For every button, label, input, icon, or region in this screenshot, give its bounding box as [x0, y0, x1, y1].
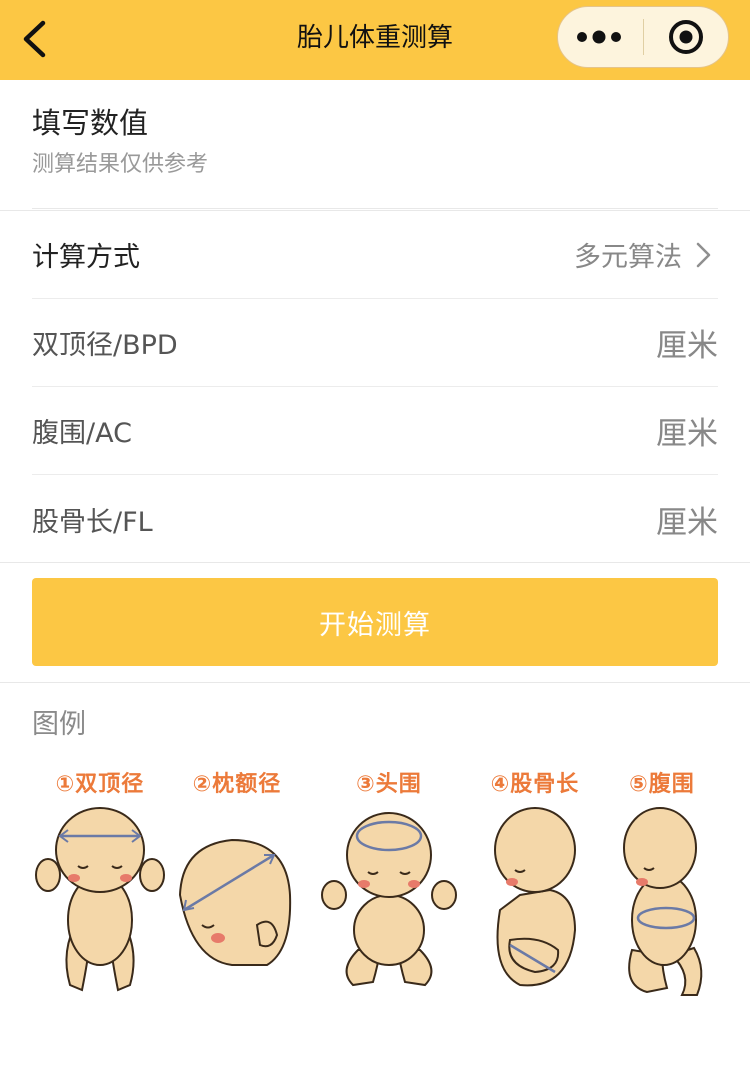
ac-unit: 厘米	[656, 416, 718, 452]
legend-caption: ④股骨长	[490, 772, 580, 797]
legend-item-fl: ④股骨长	[480, 760, 590, 1010]
ac-input[interactable]	[232, 387, 638, 474]
divider	[0, 682, 750, 683]
chevron-right-icon	[696, 242, 711, 267]
method-value: 多元算法	[574, 242, 682, 273]
fl-input[interactable]	[232, 475, 638, 563]
legend-item-hc: ③头围	[318, 760, 460, 1010]
nav-bar: 胎儿体重测算	[0, 0, 750, 80]
fetus-ofd-illustration	[178, 838, 292, 966]
legend-item-ac: ⑤腹围	[612, 760, 712, 1010]
fl-label: 股骨长/FL	[32, 506, 153, 538]
mini-program-capsule	[557, 6, 729, 68]
fl-row: 股骨长/FL 厘米	[32, 475, 718, 563]
divider	[0, 562, 750, 563]
bpd-row: 双顶径/BPD 厘米	[32, 299, 718, 387]
start-calc-button[interactable]: 开始测算	[32, 578, 718, 666]
target-circle-icon	[668, 20, 703, 54]
fetus-bpd-illustration	[35, 807, 165, 992]
bpd-input[interactable]	[232, 299, 638, 386]
more-dots-icon	[577, 30, 622, 44]
method-label: 计算方式	[32, 242, 140, 273]
legend-item-ofd: ②枕额径	[172, 760, 302, 1010]
fl-unit: 厘米	[656, 504, 718, 541]
method-row[interactable]: 计算方式 多元算法	[32, 211, 718, 299]
ac-row: 腹围/AC 厘米	[32, 387, 718, 475]
page: 胎儿体重测算 填写数值 测算结果仅供参考 计算方式 多元算法 双顶径/BPD 厘…	[0, 0, 750, 1072]
legend-caption: ②枕额径	[192, 772, 282, 797]
back-button[interactable]	[14, 16, 54, 62]
form-title: 填写数值	[32, 106, 149, 140]
method-selector[interactable]: 多元算法	[574, 235, 718, 274]
form-header: 填写数值 测算结果仅供参考	[32, 100, 718, 181]
divider	[32, 208, 718, 209]
legend-title: 图例	[32, 709, 86, 740]
bpd-unit: 厘米	[656, 328, 718, 364]
bpd-label: 双顶径/BPD	[32, 330, 178, 361]
form-subtitle: 测算结果仅供参考	[32, 152, 209, 177]
more-button[interactable]	[558, 7, 643, 67]
fetus-hc-illustration	[321, 812, 457, 987]
close-button[interactable]	[644, 7, 729, 67]
legend-caption: ③头围	[356, 772, 422, 797]
legend-caption: ①双顶径	[55, 772, 145, 797]
ac-label: 腹围/AC	[32, 418, 132, 449]
chevron-left-icon	[23, 20, 46, 58]
legend-item-bpd: ①双顶径	[30, 760, 170, 1010]
fetus-fl-illustration	[494, 807, 577, 987]
legend-caption: ⑤腹围	[629, 772, 695, 797]
fetus-ac-illustration	[623, 807, 703, 996]
